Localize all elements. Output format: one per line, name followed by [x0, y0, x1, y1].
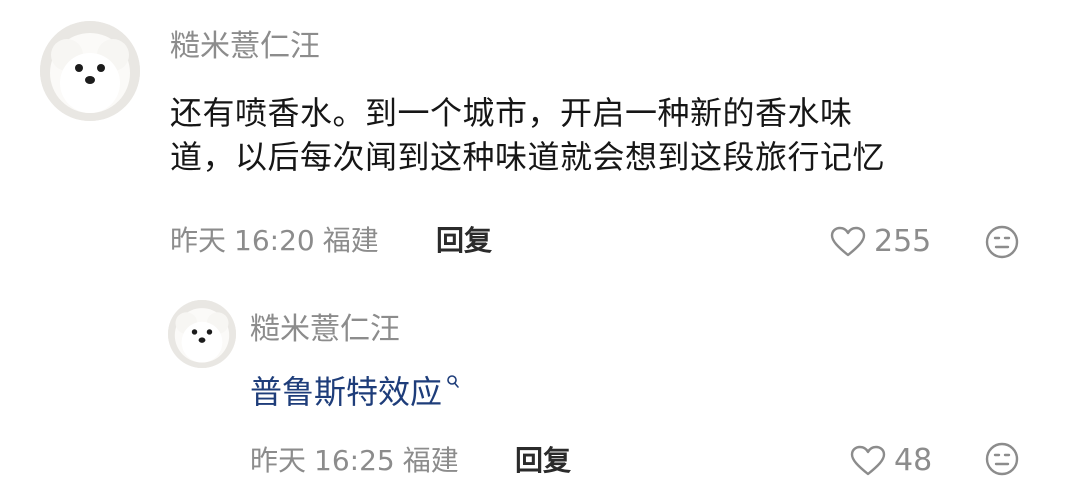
reply-text-link[interactable]: 普鲁斯特效应	[250, 373, 442, 411]
comment-reply-button[interactable]: 回复	[436, 223, 492, 259]
reply-like-button[interactable]: 48	[850, 443, 932, 479]
comment-text-line-2: 道，以后每次闻到这种味道就会想到这段旅行记忆	[170, 138, 886, 176]
comment-text: 还有喷香水。到一个城市，开启一种新的香水味 道，以后每次闻到这种味道就会想到这段…	[170, 91, 885, 179]
comment-like-button[interactable]: 255	[830, 224, 931, 260]
comment-location: 福建	[322, 224, 379, 257]
reply-like-count: 48	[894, 443, 933, 478]
heart-outline-icon	[830, 226, 866, 257]
pomeranian-dog-avatar	[40, 21, 140, 121]
comment-meta: 昨天 16:20 福建	[170, 223, 387, 259]
comment-like-count: 255	[874, 224, 932, 259]
search-icon[interactable]	[446, 374, 460, 390]
comment-dislike-button[interactable]	[984, 224, 1020, 260]
reply-dislike-button[interactable]	[984, 441, 1020, 477]
reply-meta: 昨天 16:25 福建	[250, 443, 467, 479]
frown-face-icon	[985, 225, 1019, 259]
reply-user-avatar[interactable]	[168, 300, 236, 368]
pomeranian-dog-avatar	[168, 300, 236, 368]
reply-location: 福建	[402, 444, 459, 477]
heart-outline-icon	[850, 445, 886, 476]
reply-text[interactable]: 普鲁斯特效应	[250, 372, 460, 412]
comment-time: 16:20	[234, 224, 315, 257]
comment-username[interactable]: 糙米薏仁汪	[170, 29, 320, 65]
user-avatar[interactable]	[40, 21, 140, 121]
frown-face-icon	[985, 442, 1019, 476]
comment-date: 昨天	[170, 224, 227, 257]
reply-date: 昨天	[250, 444, 307, 477]
reply-time: 16:25	[314, 444, 395, 477]
comment-text-line-1: 还有喷香水。到一个城市，开启一种新的香水味	[170, 94, 853, 132]
reply-reply-button[interactable]: 回复	[515, 443, 571, 479]
reply-username[interactable]: 糙米薏仁汪	[250, 312, 400, 348]
